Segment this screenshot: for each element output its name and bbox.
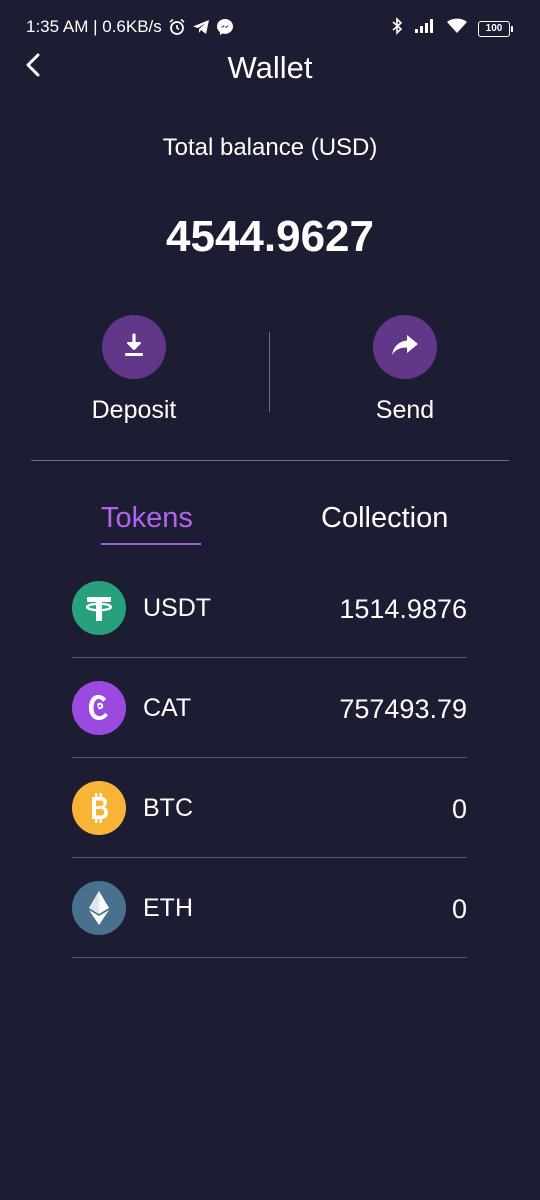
tab-collection[interactable]: Collection	[321, 502, 448, 535]
tab-tokens-underline	[101, 543, 201, 545]
status-left: 1:35 AM | 0.6KB/s	[26, 17, 234, 37]
battery-icon: 100	[478, 20, 513, 37]
token-row-eth[interactable]: ETH 0	[72, 858, 467, 958]
token-amount: 0	[451, 794, 467, 824]
section-divider	[31, 460, 509, 461]
token-symbol: BTC	[143, 794, 193, 822]
send-circle	[373, 315, 437, 379]
send-button[interactable]: Send	[325, 315, 485, 425]
tether-icon	[72, 581, 126, 635]
action-divider	[269, 332, 270, 412]
token-row-cat[interactable]: CAT 757493.79	[72, 658, 467, 758]
status-time: 1:35 AM | 0.6KB/s	[26, 17, 162, 36]
deposit-circle	[102, 315, 166, 379]
token-list: USDT 1514.9876 CAT 757493.79 BTC 0 ETH 0	[72, 558, 467, 958]
page-title: Wallet	[227, 50, 313, 85]
deposit-label: Deposit	[91, 396, 177, 424]
messenger-icon	[216, 18, 234, 36]
telegram-icon	[192, 18, 210, 36]
balance-label: Total balance (USD)	[162, 134, 378, 161]
balance-value: 4544.9627	[166, 212, 374, 261]
ethereum-icon	[72, 881, 126, 935]
status-right: 100	[390, 17, 513, 40]
wifi-icon	[446, 18, 468, 39]
download-icon	[120, 331, 148, 364]
token-amount: 0	[451, 894, 467, 924]
deposit-button[interactable]: Deposit	[54, 315, 214, 425]
share-arrow-icon	[390, 332, 420, 363]
bluetooth-icon	[390, 17, 404, 40]
token-row-usdt[interactable]: USDT 1514.9876	[72, 558, 467, 658]
token-symbol: CAT	[143, 694, 192, 722]
status-bar: 1:35 AM | 0.6KB/s 100	[0, 0, 540, 56]
send-label: Send	[375, 396, 435, 424]
token-row-btc[interactable]: BTC 0	[72, 758, 467, 858]
tab-tokens[interactable]: Tokens	[101, 502, 193, 535]
signal-icon	[414, 18, 436, 39]
token-symbol: USDT	[143, 594, 212, 622]
token-amount: 757493.79	[339, 694, 467, 724]
token-symbol: ETH	[143, 894, 193, 922]
token-amount: 1514.9876	[339, 594, 467, 624]
alarm-icon	[168, 18, 186, 36]
bitcoin-icon	[72, 781, 126, 835]
cat-token-icon	[72, 681, 126, 735]
